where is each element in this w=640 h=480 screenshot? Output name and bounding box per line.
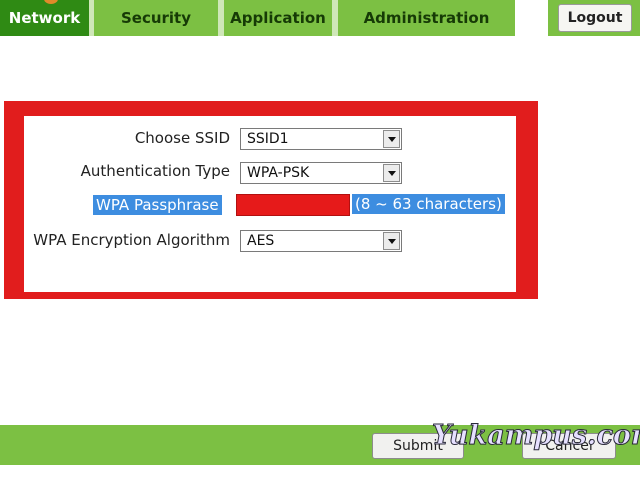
encryption-label: WPA Encryption Algorithm [33,231,230,249]
tab-administration-label: Administration [363,9,490,27]
ssid-select-value: SSID1 [247,131,289,147]
tab-security-label: Security [120,9,192,27]
tab-application-label: Application [230,9,326,27]
chevron-down-icon [387,136,396,142]
tab-application[interactable]: Application [224,0,332,36]
logout-button[interactable]: Logout [558,4,632,32]
passphrase-input[interactable] [236,194,350,216]
encryption-dropdown-button[interactable] [383,232,400,250]
auth-type-label: Authentication Type [80,162,230,180]
logout-area: Logout [548,0,640,36]
auth-type-dropdown-button[interactable] [383,164,400,182]
chevron-down-icon [387,238,396,244]
passphrase-label: WPA Passphrase [93,195,222,215]
ssid-label: Choose SSID [134,129,230,147]
auth-type-select[interactable]: WPA-PSK [240,162,402,184]
tab-network-label: Network [8,9,81,27]
encryption-select-value: AES [247,233,275,249]
ssid-dropdown-button[interactable] [383,130,400,148]
chevron-down-icon [387,170,396,176]
watermark: Yukampus.com [431,420,640,452]
passphrase-hint: (8 ~ 63 characters) [352,194,505,214]
encryption-select[interactable]: AES [240,230,402,252]
ssid-select[interactable]: SSID1 [240,128,402,150]
nav-spacer [515,0,548,36]
tab-administration[interactable]: Administration [338,0,515,36]
tab-network[interactable]: Network [0,0,89,36]
auth-type-select-value: WPA-PSK [247,165,310,181]
tab-security[interactable]: Security [94,0,218,36]
